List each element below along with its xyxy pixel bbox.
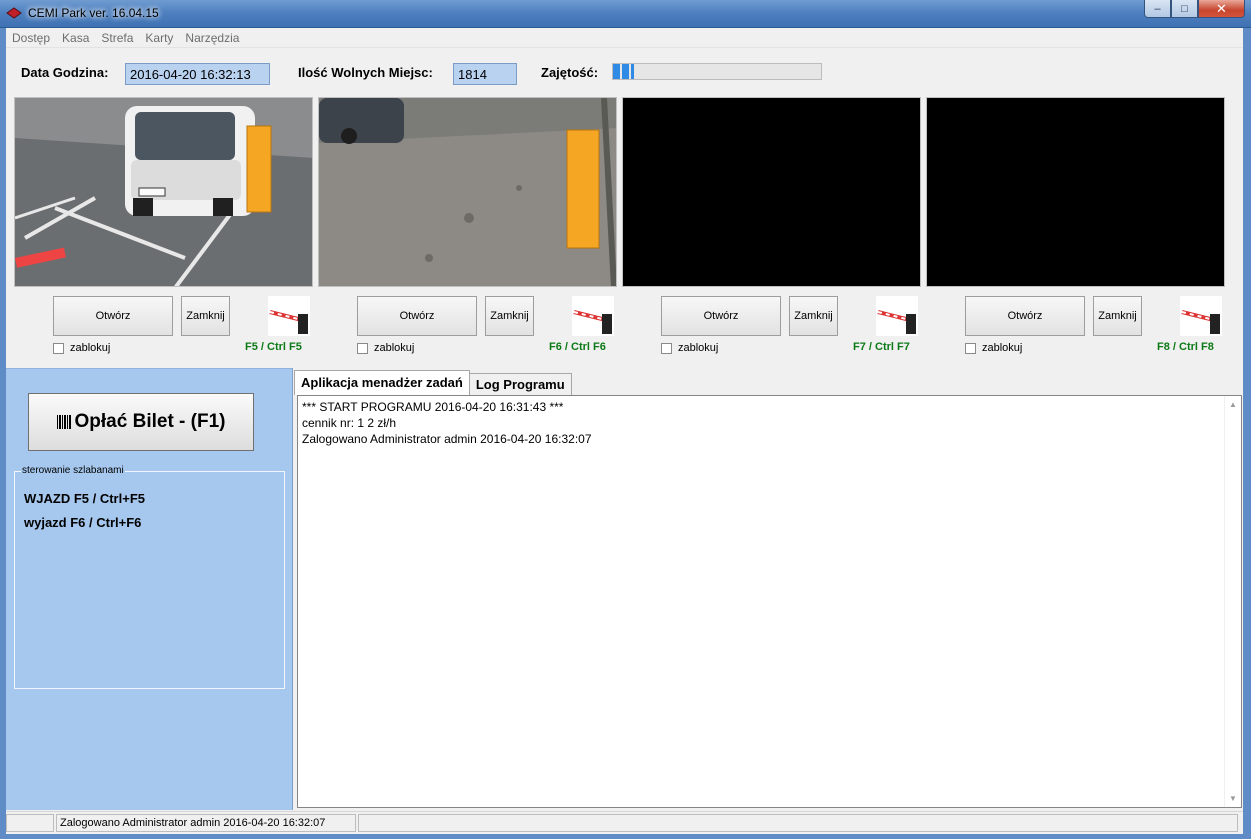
tab-task-manager[interactable]: Aplikacja menadżer zadań xyxy=(294,370,470,395)
checkbox-box[interactable] xyxy=(661,342,672,354)
app-icon xyxy=(6,7,22,19)
status-cell xyxy=(358,814,1238,832)
menu-dostep[interactable]: Dostęp xyxy=(6,28,56,47)
lock-barrier-4-checkbox[interactable]: zablokuj xyxy=(965,342,1022,354)
close-barrier-1-button[interactable]: Zamknij xyxy=(181,296,230,336)
free-spaces-field: 1814 xyxy=(453,63,517,85)
free-spaces-label: Ilość Wolnych Miejsc: xyxy=(298,65,433,80)
occupancy-label: Zajętość: xyxy=(541,65,599,80)
menu-bar: Dostęp Kasa Strefa Karty Narzędzia xyxy=(6,28,1243,48)
close-button[interactable]: ✕ xyxy=(1198,0,1245,18)
checkbox-box[interactable] xyxy=(965,342,976,354)
pay-ticket-label: Opłać Bilet - (F1) xyxy=(74,411,226,432)
exit-shortcut-text: wyjazd F6 / Ctrl+F6 xyxy=(24,515,142,530)
tab-program-log[interactable]: Log Programu xyxy=(468,373,572,395)
window-frame: Dostęp Kasa Strefa Karty Narzędzia Data … xyxy=(0,28,1251,839)
lock-label: zablokuj xyxy=(982,342,1023,354)
open-barrier-4-button[interactable]: Otwórz xyxy=(965,296,1085,336)
datetime-field: 2016-04-20 16:32:13 xyxy=(125,63,270,85)
status-bar: Zalogowano Administrator admin 2016-04-2… xyxy=(6,811,1243,834)
camera-feed-exit xyxy=(318,97,617,287)
log-line: *** START PROGRAMU 2016-04-20 16:31:43 *… xyxy=(302,400,564,414)
occupancy-progress-fill xyxy=(613,64,634,79)
pay-ticket-button[interactable]: Opłać Bilet - (F1) xyxy=(28,393,254,451)
open-barrier-3-button[interactable]: Otwórz xyxy=(661,296,781,336)
lock-label: zablokuj xyxy=(678,342,719,354)
entry-shortcut-text: WJAZD F5 / Ctrl+F5 xyxy=(24,491,145,506)
log-line: cennik nr: 1 2 zł/h xyxy=(302,416,397,430)
camera-feed-empty xyxy=(926,97,1225,287)
client-area: Dostęp Kasa Strefa Karty Narzędzia Data … xyxy=(6,28,1243,834)
close-barrier-3-button[interactable]: Zamknij xyxy=(789,296,838,336)
close-barrier-4-button[interactable]: Zamknij xyxy=(1093,296,1142,336)
menu-narzedzia[interactable]: Narzędzia xyxy=(179,28,245,47)
scroll-down-icon[interactable]: ▼ xyxy=(1229,794,1237,803)
hotkey-label-3: F7 / Ctrl F7 xyxy=(853,341,910,353)
open-barrier-1-button[interactable]: Otwórz xyxy=(53,296,173,336)
title-bar: CEMI Park ver. 16.04.15 – □ ✕ xyxy=(0,0,1251,28)
hotkey-label-2: F6 / Ctrl F6 xyxy=(549,341,606,353)
barrier-icon xyxy=(876,296,918,336)
left-panel: Opłać Bilet - (F1) sterowanie szlabanami… xyxy=(6,368,293,810)
barrier-control-legend: sterowanie szlabanami xyxy=(21,465,125,476)
status-text: Zalogowano Administrator admin 2016-04-2… xyxy=(56,814,356,832)
barrier-icon xyxy=(572,296,614,336)
log-text-area[interactable]: *** START PROGRAMU 2016-04-20 16:31:43 *… xyxy=(297,395,1242,808)
camera-feed-empty xyxy=(622,97,921,287)
window-title: CEMI Park ver. 16.04.15 xyxy=(28,6,159,20)
status-cell xyxy=(6,814,54,832)
barrier-control-group: sterowanie szlabanami WJAZD F5 / Ctrl+F5… xyxy=(14,465,285,689)
close-barrier-2-button[interactable]: Zamknij xyxy=(485,296,534,336)
menu-kasa[interactable]: Kasa xyxy=(56,28,95,47)
scroll-up-icon[interactable]: ▲ xyxy=(1229,400,1237,409)
barrier-icon xyxy=(1180,296,1222,336)
menu-strefa[interactable]: Strefa xyxy=(95,28,139,47)
tab-strip: Aplikacja menadżer zadań Log Programu xyxy=(294,370,572,395)
lock-barrier-3-checkbox[interactable]: zablokuj xyxy=(661,342,718,354)
hotkey-label-4: F8 / Ctrl F8 xyxy=(1157,341,1214,353)
barcode-icon xyxy=(56,415,71,429)
checkbox-box[interactable] xyxy=(357,342,368,354)
menu-karty[interactable]: Karty xyxy=(139,28,179,47)
barrier-icon xyxy=(268,296,310,336)
camera-feed-entry xyxy=(14,97,313,287)
open-barrier-2-button[interactable]: Otwórz xyxy=(357,296,477,336)
lock-barrier-2-checkbox[interactable]: zablokuj xyxy=(357,342,414,354)
lock-label: zablokuj xyxy=(70,342,111,354)
lock-barrier-1-checkbox[interactable]: zablokuj xyxy=(53,342,110,354)
log-line: Zalogowano Administrator admin 2016-04-2… xyxy=(302,432,592,446)
occupancy-progress-bar xyxy=(612,63,822,80)
lock-label: zablokuj xyxy=(374,342,415,354)
maximize-button[interactable]: □ xyxy=(1171,0,1198,18)
datetime-label: Data Godzina: xyxy=(21,65,109,80)
hotkey-label-1: F5 / Ctrl F5 xyxy=(245,341,302,353)
vertical-scrollbar[interactable]: ▲ ▼ xyxy=(1224,396,1241,807)
minimize-button[interactable]: – xyxy=(1144,0,1171,18)
checkbox-box[interactable] xyxy=(53,342,64,354)
